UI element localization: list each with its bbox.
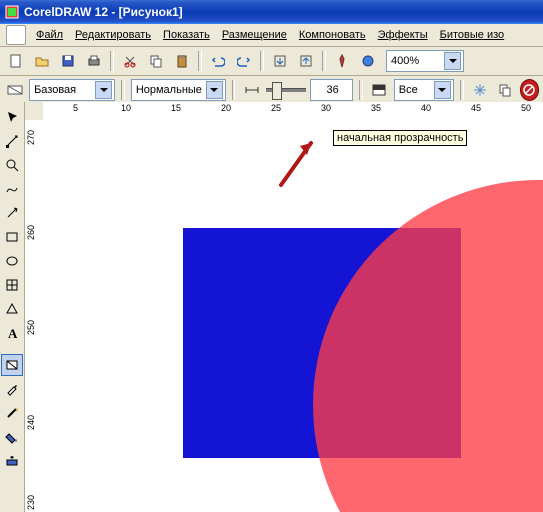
ruler-vertical[interactable]: 270 260 250 240 230 <box>25 120 44 512</box>
save-button[interactable] <box>56 49 80 73</box>
basic-shapes-tool[interactable] <box>1 298 23 320</box>
menu-bar: Файл Редактировать Показать Размещение К… <box>0 24 543 47</box>
pick-tool[interactable] <box>1 106 23 128</box>
copy-transparency-button[interactable] <box>495 78 516 102</box>
text-tool[interactable]: A <box>1 322 23 344</box>
zoom-combo[interactable]: 400% <box>386 50 464 72</box>
chevron-down-icon <box>444 52 461 70</box>
transparency-value-input[interactable]: 36 <box>310 79 353 101</box>
import-button[interactable] <box>268 49 292 73</box>
interactive-fill-tool[interactable] <box>1 450 23 472</box>
menu-bitmaps[interactable]: Битовые изо <box>434 27 511 43</box>
ruler-horizontal[interactable]: 5 10 15 20 25 30 35 40 45 50 <box>43 102 543 121</box>
transparency-type-combo[interactable]: Базовая <box>29 79 115 101</box>
corel-online-button[interactable] <box>356 49 380 73</box>
menu-view[interactable]: Показать <box>157 27 216 43</box>
ellipse-tool[interactable] <box>1 250 23 272</box>
freehand-tool[interactable] <box>1 178 23 200</box>
menu-effects[interactable]: Эффекты <box>372 27 434 43</box>
paste-button[interactable] <box>170 49 194 73</box>
toolbox: A <box>0 102 25 512</box>
drawing-canvas[interactable]: начальная прозрачность <box>43 120 543 512</box>
zoom-value: 400% <box>391 55 419 67</box>
clear-transparency-button[interactable] <box>520 79 539 101</box>
standard-toolbar: 400% <box>0 47 543 76</box>
eyedropper-tool[interactable] <box>1 378 23 400</box>
zoom-tool[interactable] <box>1 154 23 176</box>
menu-layout[interactable]: Размещение <box>216 27 293 43</box>
apply-to-combo[interactable]: Все <box>394 79 454 101</box>
copy-button[interactable] <box>144 49 168 73</box>
chevron-down-icon <box>206 81 223 99</box>
window-title: CorelDRAW 12 - [Рисунок1] <box>24 5 183 19</box>
start-transparency-icon <box>241 78 262 102</box>
ruler-origin[interactable] <box>25 102 44 121</box>
interactive-transparency-tool[interactable] <box>1 354 23 376</box>
undo-button[interactable] <box>206 49 230 73</box>
svg-text:A: A <box>8 326 18 340</box>
chevron-down-icon <box>95 81 112 99</box>
doc-icon <box>6 25 26 45</box>
chevron-down-icon <box>434 81 451 99</box>
shape-tool[interactable] <box>1 130 23 152</box>
redo-button[interactable] <box>232 49 256 73</box>
menu-edit[interactable]: Редактировать <box>69 27 157 43</box>
fill-tool[interactable] <box>1 426 23 448</box>
graph-paper-tool[interactable] <box>1 274 23 296</box>
menu-file[interactable]: Файл <box>30 27 69 43</box>
transparency-type-value: Базовая <box>34 84 76 96</box>
export-button[interactable] <box>294 49 318 73</box>
app-launcher-button[interactable] <box>330 49 354 73</box>
rectangle-tool[interactable] <box>1 226 23 248</box>
tooltip: начальная прозрачность <box>333 130 467 146</box>
transparency-value: 36 <box>327 84 339 96</box>
open-button[interactable] <box>30 49 54 73</box>
smart-draw-tool[interactable] <box>1 202 23 224</box>
menu-arrange[interactable]: Компоновать <box>293 27 372 43</box>
property-bar: Базовая Нормальные 36 Все <box>0 76 543 105</box>
title-bar: CorelDRAW 12 - [Рисунок1] <box>0 0 543 24</box>
new-button[interactable] <box>4 49 28 73</box>
edit-transparency-button[interactable] <box>4 78 25 102</box>
transparency-slider[interactable] <box>266 80 306 100</box>
apply-to-icon <box>369 78 390 102</box>
annotation-arrow <box>273 135 323 190</box>
cut-button[interactable] <box>118 49 142 73</box>
transparency-mode-value: Нормальные <box>136 84 202 96</box>
print-button[interactable] <box>82 49 106 73</box>
apply-to-value: Все <box>399 84 418 96</box>
outline-tool[interactable] <box>1 402 23 424</box>
freeze-button[interactable] <box>470 78 491 102</box>
transparency-mode-combo[interactable]: Нормальные <box>131 79 226 101</box>
app-icon <box>4 4 20 20</box>
